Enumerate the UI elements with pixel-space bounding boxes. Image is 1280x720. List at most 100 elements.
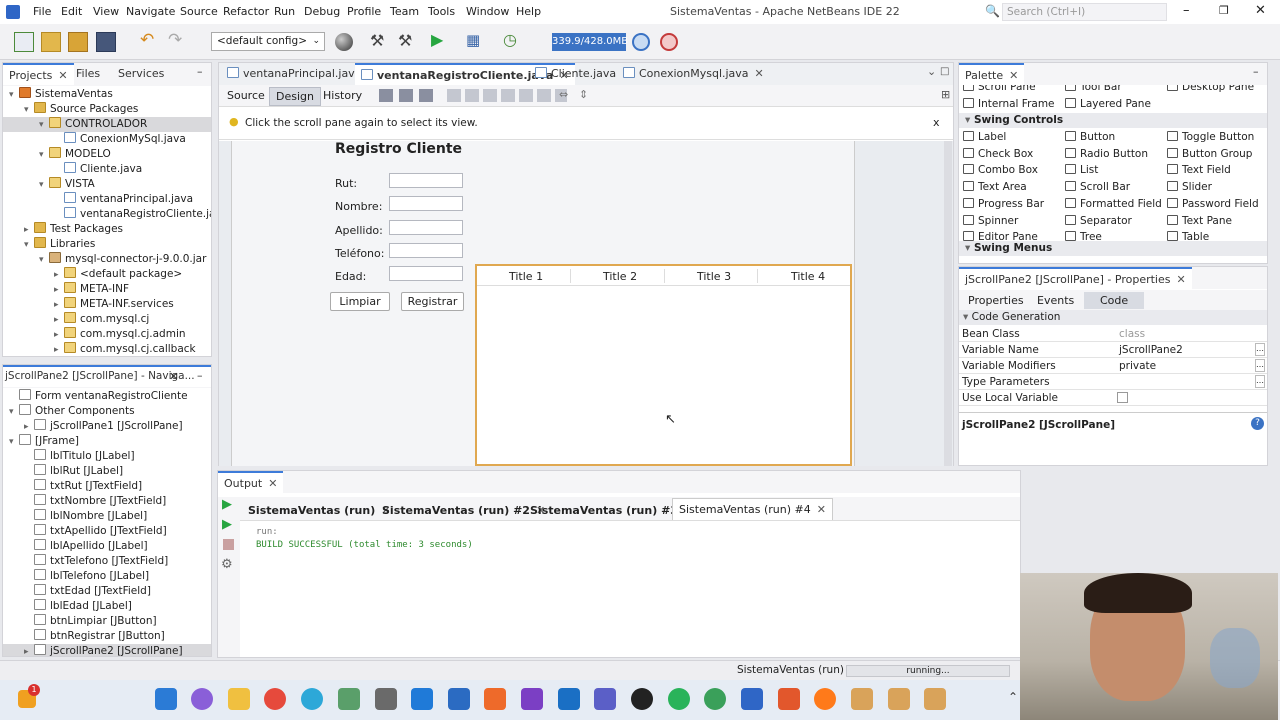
palette-item[interactable]: Internal Frame [963,96,1055,112]
tree-item[interactable]: ventanaPrincipal.java [3,192,211,207]
navigator-item[interactable]: Form ventanaRegistroCliente [3,389,211,404]
tab-output[interactable]: Output ✕ [218,471,284,493]
save-all-icon[interactable] [96,32,116,52]
run-icon[interactable]: ▶ [431,30,443,49]
expand-toggle-icon[interactable]: ▸ [54,268,64,283]
navigator-item[interactable]: ▸ jScrollPane1 [JScrollPane] [3,419,211,434]
app-icon[interactable] [631,688,653,710]
maximize-icon[interactable]: ❐ [1219,4,1229,17]
tree-item[interactable]: ▾ CONTROLADOR [3,117,211,132]
open-project-icon[interactable] [68,32,88,52]
palette-item[interactable]: Progress Bar [963,196,1044,212]
expand-toggle-icon[interactable]: ▸ [24,420,34,435]
form-title[interactable]: Registro Cliente [335,141,462,157]
navigator-item[interactable]: ▸ jScrollPane2 [JScrollPane] [3,644,211,656]
debug-icon[interactable]: ▦ [466,31,480,49]
navigator-item[interactable]: txtTelefono [JTextField] [3,554,211,569]
vscode-icon[interactable] [411,688,433,710]
close-icon[interactable]: ✕ [58,69,67,82]
close-icon[interactable]: ✕ [817,503,826,516]
property-row[interactable]: Variable Name jScrollPane2… [959,342,1267,358]
navigator-item[interactable]: lblTitulo [JLabel] [3,449,211,464]
column-header[interactable]: Title 2 [603,270,637,283]
property-row[interactable]: Type Parameters… [959,374,1267,390]
navigator-item[interactable]: lblEdad [JLabel] [3,599,211,614]
tab-run-4[interactable]: SistemaVentas (run) #4 ✕ [672,498,833,520]
minimize-panel-icon[interactable]: – [197,65,203,78]
expand-toggle-icon[interactable]: ▸ [24,645,34,656]
rerun-icon[interactable]: ▶ [222,497,232,512]
menu-help[interactable]: Help [516,5,541,18]
help-icon[interactable]: ? [1251,417,1264,430]
property-value[interactable]: private [1117,358,1255,373]
expand-toggle-icon[interactable]: ▾ [9,435,19,450]
build-hammer-icon[interactable]: ⚒ [370,31,384,50]
txt-edad[interactable] [389,266,463,281]
app-icon[interactable] [375,688,397,710]
resize-icon[interactable]: ⇔ [559,88,568,101]
gc-icon[interactable] [632,33,650,51]
palette-item[interactable]: Formatted Field [1065,196,1162,212]
expand-toggle-icon[interactable]: ▸ [54,343,64,356]
tree-item[interactable]: ▸ Test Packages [3,222,211,237]
palette-item[interactable]: Desktop Pane [1167,85,1254,95]
palette-item[interactable]: Radio Button [1065,146,1148,162]
app-icon[interactable] [778,688,800,710]
column-header[interactable]: Title 1 [509,270,543,283]
whatsapp-icon[interactable] [668,688,690,710]
property-row[interactable]: Use Local Variable [959,390,1267,406]
tree-item[interactable]: ConexionMySql.java [3,132,211,147]
palette-item[interactable]: Tool Bar [1065,85,1122,95]
tree-item[interactable]: ▸ META-INF [3,282,211,297]
navigator-item[interactable]: ▾ [JFrame] [3,434,211,449]
minimize-icon[interactable]: – [1183,3,1190,18]
expand-toggle-icon[interactable]: ▾ [24,238,34,253]
property-value[interactable] [1117,374,1255,389]
tree-item[interactable]: ventanaRegistroCliente.java [3,207,211,222]
tree-item[interactable]: ▸ META-INF.services [3,297,211,312]
lbl-edad[interactable]: Edad: [335,270,366,283]
java-icon[interactable] [888,688,910,710]
expand-toggle-icon[interactable]: ▾ [9,405,19,420]
tabs-dropdown-icon[interactable]: ⌄ [927,65,936,78]
tab-properties-window[interactable]: jScrollPane2 [JScrollPane] - Properties ✕ [959,267,1192,289]
minimize-panel-icon[interactable]: – [1253,65,1259,78]
menu-tools[interactable]: Tools [428,5,455,18]
expand-toggle-icon[interactable]: ▾ [24,103,34,118]
navigator-item[interactable]: txtRut [JTextField] [3,479,211,494]
chrome-profile-icon[interactable] [704,688,726,710]
navigator-item[interactable]: txtNombre [JTextField] [3,494,211,509]
menu-navigate[interactable]: Navigate [126,5,175,18]
teams-icon[interactable] [594,688,616,710]
status-task[interactable]: SistemaVentas (run) #3 [737,664,863,676]
menu-source[interactable]: Source [180,5,218,18]
navigator-item[interactable]: ▾ Other Components [3,404,211,419]
palette-item[interactable]: Button Group [1167,146,1252,162]
close-icon[interactable]: ✕ [169,370,178,383]
property-editor-button[interactable]: … [1255,375,1265,388]
profiler-icon[interactable] [660,33,678,51]
navigator-item[interactable]: lblRut [JLabel] [3,464,211,479]
tab-projects[interactable]: Projects ✕ [3,63,74,85]
navigator-item[interactable]: lblTelefono [JLabel] [3,569,211,584]
palette-item[interactable]: Layered Pane [1065,96,1151,112]
tab-code[interactable]: Code [1084,292,1145,309]
lbl-nombre[interactable]: Nombre: [335,200,382,213]
tab-conexionmysql[interactable]: ConexionMysql.java ✕ [617,63,770,85]
palette-item[interactable]: Password Field [1167,196,1259,212]
property-value[interactable]: class javax.swing.JScrollPane [1117,326,1255,356]
txt-nombre[interactable] [389,196,463,211]
property-group[interactable]: ▾ Code Generation [959,310,1267,325]
calendar-icon[interactable] [448,688,470,710]
tree-item[interactable]: ▸ com.mysql.cj [3,312,211,327]
jframe-form[interactable]: Registro Cliente Rut: Nombre: Apellido: … [231,141,855,466]
netbeans-icon[interactable] [741,688,763,710]
menu-file[interactable]: File [33,5,51,18]
navigator-item[interactable]: btnRegistrar [JButton] [3,629,211,644]
expand-toggle-icon[interactable]: ▾ [39,148,49,163]
close-window-icon[interactable]: ✕ [1255,3,1266,18]
txt-apellido[interactable] [389,220,463,235]
menu-profile[interactable]: Profile [347,5,381,18]
search-input[interactable]: Search (Ctrl+I) [1002,3,1167,21]
file-explorer-icon[interactable] [228,688,250,710]
